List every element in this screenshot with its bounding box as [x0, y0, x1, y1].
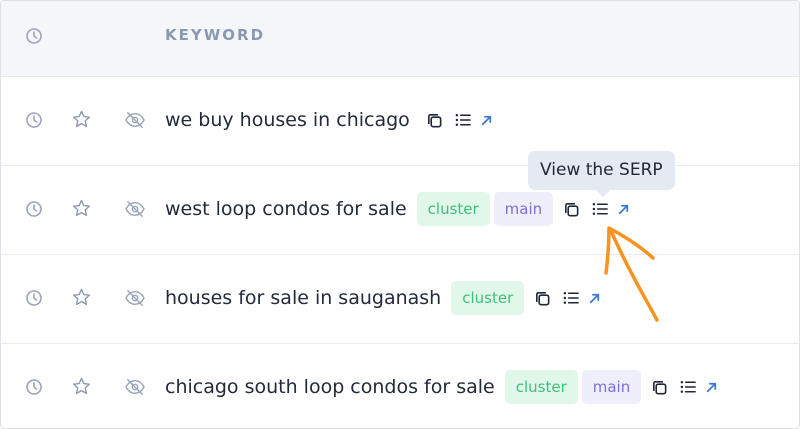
keyword-text[interactable]: we buy houses in chicago — [165, 109, 410, 131]
external-link-icon[interactable] — [705, 381, 718, 394]
keyword-cell: chicago south loop condos for sale clust… — [165, 369, 718, 405]
table-row: we buy houses in chicago — [1, 77, 799, 166]
main-tag[interactable]: main — [493, 192, 554, 226]
copy-icon[interactable] — [563, 201, 580, 218]
view-serp-tooltip: View the SERP — [528, 151, 675, 197]
view-serp-list-icon[interactable] — [592, 202, 609, 216]
keyword-text[interactable]: west loop condos for sale — [165, 198, 407, 220]
eye-off-icon[interactable] — [124, 289, 146, 307]
keyword-text[interactable]: chicago south loop condos for sale — [165, 376, 495, 398]
star-icon[interactable] — [71, 198, 92, 219]
table-row: chicago south loop condos for sale clust… — [1, 344, 799, 428]
column-header-keyword[interactable]: KEYWORD — [165, 26, 265, 44]
list-icon[interactable] — [563, 291, 580, 305]
eye-off-icon[interactable] — [124, 200, 146, 218]
clock-icon[interactable] — [25, 111, 43, 129]
annotation-arrow — [604, 226, 659, 322]
keyword-cell: we buy houses in chicago — [165, 102, 493, 138]
keyword-cell: west loop condos for sale cluster main — [165, 191, 630, 227]
table-row: west loop condos for sale cluster main — [1, 166, 799, 255]
clock-icon[interactable] — [25, 378, 43, 396]
main-tag[interactable]: main — [581, 370, 642, 404]
clock-icon[interactable] — [25, 27, 43, 49]
cluster-tag[interactable]: cluster — [451, 281, 525, 315]
clock-icon[interactable] — [25, 289, 43, 307]
keyword-table: KEYWORD we buy houses in chicago west lo… — [0, 0, 800, 429]
copy-icon[interactable] — [651, 379, 668, 396]
table-row: houses for sale in sauganash cluster — [1, 255, 799, 344]
table-header: KEYWORD — [1, 1, 799, 77]
eye-off-icon[interactable] — [124, 111, 146, 129]
external-link-icon[interactable] — [480, 114, 493, 127]
external-link-icon[interactable] — [617, 203, 630, 216]
star-icon[interactable] — [71, 287, 92, 308]
star-icon[interactable] — [71, 109, 92, 130]
eye-off-icon[interactable] — [124, 378, 146, 396]
keyword-cell: houses for sale in sauganash cluster — [165, 280, 601, 316]
list-icon[interactable] — [680, 380, 697, 394]
list-icon[interactable] — [455, 113, 472, 127]
keyword-text[interactable]: houses for sale in sauganash — [165, 287, 441, 309]
star-icon[interactable] — [71, 376, 92, 397]
cluster-tag[interactable]: cluster — [416, 192, 490, 226]
clock-icon[interactable] — [25, 200, 43, 218]
copy-icon[interactable] — [426, 112, 443, 129]
copy-icon[interactable] — [534, 290, 551, 307]
cluster-tag[interactable]: cluster — [504, 370, 578, 404]
